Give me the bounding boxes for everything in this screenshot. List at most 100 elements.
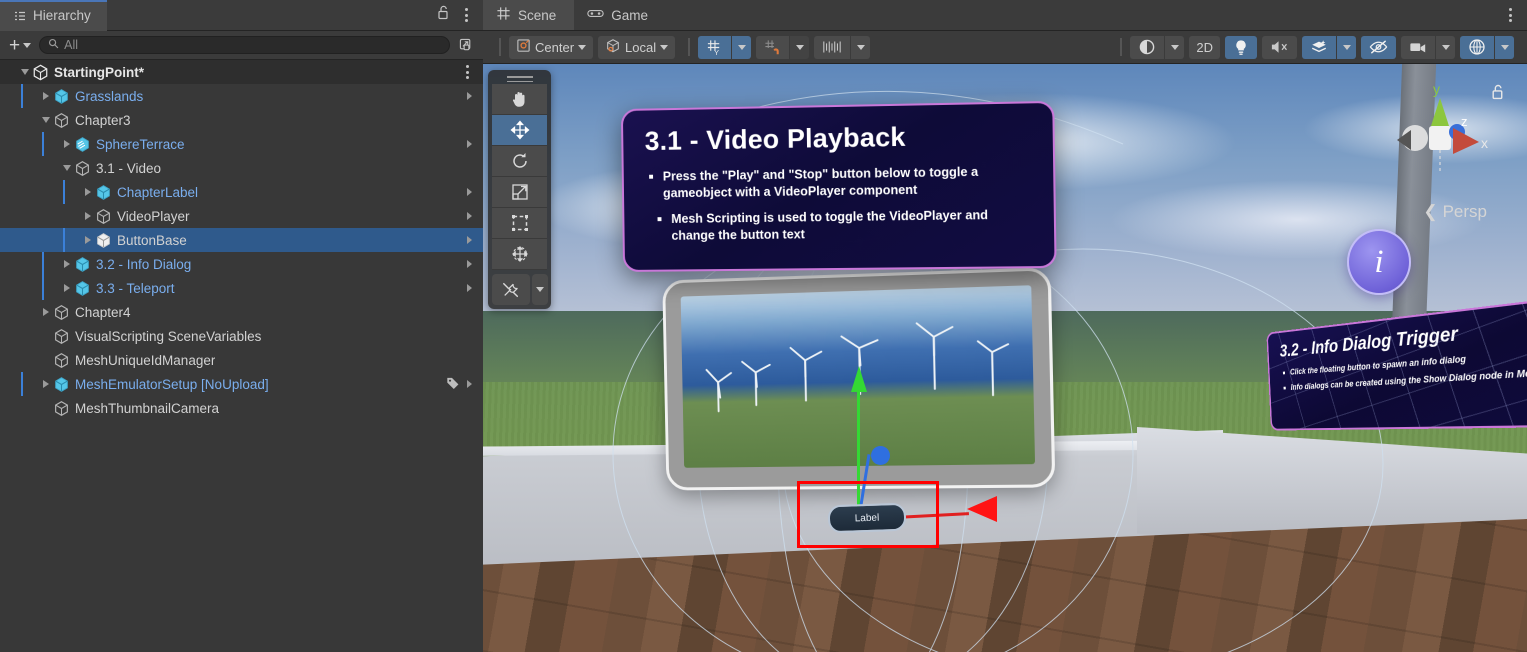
axis-x-label: x xyxy=(1481,135,1488,151)
prefab-icon xyxy=(73,255,92,274)
scene-lighting-toggle[interactable] xyxy=(1225,36,1257,59)
magnet-snap-dropdown[interactable] xyxy=(790,36,809,59)
chevron-right-icon[interactable] xyxy=(467,92,472,100)
hierarchy-item-buttonbase[interactable]: ButtonBase xyxy=(0,228,483,252)
magnet-snap-toggle[interactable] xyxy=(756,36,789,59)
scene-camera-toggle[interactable] xyxy=(1401,36,1435,59)
hierarchy-item-videoplayer[interactable]: VideoPlayer xyxy=(0,204,483,228)
twisty-collapsed-icon[interactable] xyxy=(81,228,94,252)
ruler-icon xyxy=(822,39,842,55)
custom-tool-dropdown[interactable] xyxy=(532,274,548,305)
twisty-collapsed-icon[interactable] xyxy=(39,372,52,396)
lightbulb-icon xyxy=(1233,39,1249,56)
svg-text:Y: Y xyxy=(714,48,719,56)
kebab-menu-icon[interactable] xyxy=(1506,4,1515,26)
hierarchy-item-meshthumbnailcamera[interactable]: MeshThumbnailCamera xyxy=(0,396,483,420)
tag-icon[interactable] xyxy=(446,376,460,393)
tab-scene[interactable]: Scene xyxy=(483,0,574,30)
custom-tool[interactable] xyxy=(492,274,530,305)
chevron-right-icon[interactable] xyxy=(467,380,472,388)
scene-axis-gizmo[interactable]: y z x xyxy=(1381,78,1499,198)
hand-tool[interactable] xyxy=(492,84,547,115)
toolbar-divider xyxy=(499,38,501,56)
tab-hierarchy[interactable]: Hierarchy xyxy=(0,0,107,31)
hierarchy-item-chapterlabel[interactable]: ChapterLabel xyxy=(0,180,483,204)
scene-viewport[interactable]: i 3.1 - Video Playback Press the "Play" … xyxy=(483,64,1527,652)
twisty-expanded-icon[interactable] xyxy=(60,156,73,180)
hierarchy-item-visualscripting-scenevariables[interactable]: VisualScripting SceneVariables xyxy=(0,324,483,348)
twisty-collapsed-icon[interactable] xyxy=(60,276,73,300)
chevron-right-icon[interactable] xyxy=(467,212,472,220)
transform-tool[interactable] xyxy=(492,239,547,270)
hierarchy-item-chapter3[interactable]: Chapter3 xyxy=(0,108,483,132)
hierarchy-item-chapter4[interactable]: Chapter4 xyxy=(0,300,483,324)
projection-mode-label[interactable]: ❮ Persp xyxy=(1423,202,1487,222)
twisty-expanded-icon[interactable] xyxy=(18,60,31,84)
shading-mode-toggle[interactable] xyxy=(1130,36,1164,59)
scene-audio-toggle[interactable] xyxy=(1262,36,1297,59)
hierarchy-item-label: Grasslands xyxy=(75,89,143,104)
move-tool[interactable] xyxy=(492,115,547,146)
ruler-toggle[interactable] xyxy=(814,36,850,59)
wrench-icon xyxy=(502,281,520,299)
gizmos-dropdown[interactable] xyxy=(1495,36,1514,59)
selected-label-button[interactable]: Label xyxy=(828,503,907,534)
scene-fx-dropdown[interactable] xyxy=(1337,36,1356,59)
hierarchy-guide-line xyxy=(42,252,44,276)
twisty-collapsed-icon[interactable] xyxy=(39,300,52,324)
chevron-right-icon[interactable] xyxy=(467,236,472,244)
twisty-expanded-icon[interactable] xyxy=(39,108,52,132)
hierarchy-item-meshuniqueidmanager[interactable]: MeshUniqueIdManager xyxy=(0,348,483,372)
scene-fx-toggle[interactable] xyxy=(1302,36,1336,59)
chevron-right-icon[interactable] xyxy=(467,188,472,196)
hierarchy-item-actions xyxy=(467,188,483,196)
pivot-mode-dropdown[interactable]: Center xyxy=(509,36,593,59)
space-mode-dropdown[interactable]: Local xyxy=(598,36,675,59)
lock-open-icon[interactable] xyxy=(437,5,450,25)
hierarchy-item-3-3-teleport[interactable]: 3.3 - Teleport xyxy=(0,276,483,300)
chevron-right-icon[interactable] xyxy=(467,140,472,148)
kebab-menu-icon[interactable] xyxy=(463,61,472,83)
hierarchy-item-grasslands[interactable]: Grasslands xyxy=(0,84,483,108)
hierarchy-item-label: 3.3 - Teleport xyxy=(96,281,175,296)
hierarchy-item-actions xyxy=(467,284,483,292)
hierarchy-item-3-2-info-dialog[interactable]: 3.2 - Info Dialog xyxy=(0,252,483,276)
chevron-right-icon[interactable] xyxy=(467,260,472,268)
twisty-collapsed-icon[interactable] xyxy=(60,252,73,276)
hierarchy-item-meshemulatorsetup-noupload[interactable]: MeshEmulatorSetup [NoUpload] xyxy=(0,372,483,396)
hierarchy-item-3-1-video[interactable]: 3.1 - Video xyxy=(0,156,483,180)
effects-icon xyxy=(1310,39,1328,56)
grid-snap-dropdown[interactable] xyxy=(732,36,751,59)
hidden-objects-toggle[interactable] xyxy=(1361,36,1396,59)
open-in-new-icon[interactable] xyxy=(456,36,476,54)
rotate-tool[interactable] xyxy=(492,146,547,177)
tab-game[interactable]: Game xyxy=(574,0,666,30)
scale-tool[interactable] xyxy=(492,177,547,208)
hierarchy-item-startingpoint[interactable]: StartingPoint* xyxy=(0,60,483,84)
chevron-right-icon[interactable] xyxy=(467,284,472,292)
gameobject-icon xyxy=(73,159,92,178)
shading-mode-dropdown[interactable] xyxy=(1165,36,1184,59)
search-input[interactable] xyxy=(64,38,441,52)
twisty-collapsed-icon[interactable] xyxy=(81,204,94,228)
2d-toggle[interactable]: 2D xyxy=(1189,36,1220,59)
hierarchy-tree[interactable]: StartingPoint* Grasslands Chapter3SphereTe… xyxy=(0,60,483,652)
search-field[interactable] xyxy=(39,36,450,54)
info-sphere-button[interactable]: i xyxy=(1347,229,1411,295)
gizmo-z-handle[interactable] xyxy=(871,446,890,465)
gizmos-toggle[interactable] xyxy=(1460,36,1494,59)
scene-camera-dropdown[interactable] xyxy=(1436,36,1455,59)
kebab-menu-icon[interactable] xyxy=(462,4,471,26)
add-gameobject-button[interactable]: + xyxy=(7,38,33,53)
ruler-dropdown[interactable] xyxy=(851,36,870,59)
pivot-mode-label: Center xyxy=(535,40,574,55)
grid-snap-toggle[interactable]: Y xyxy=(698,36,731,59)
twisty-collapsed-icon[interactable] xyxy=(81,180,94,204)
gizmo-y-arrow[interactable] xyxy=(851,366,867,392)
palette-drag-handle[interactable] xyxy=(507,74,533,84)
gizmo-y-axis[interactable] xyxy=(857,384,860,508)
rect-tool[interactable] xyxy=(492,208,547,239)
twisty-collapsed-icon[interactable] xyxy=(39,84,52,108)
twisty-collapsed-icon[interactable] xyxy=(60,132,73,156)
hierarchy-item-sphereterrace[interactable]: SphereTerrace xyxy=(0,132,483,156)
